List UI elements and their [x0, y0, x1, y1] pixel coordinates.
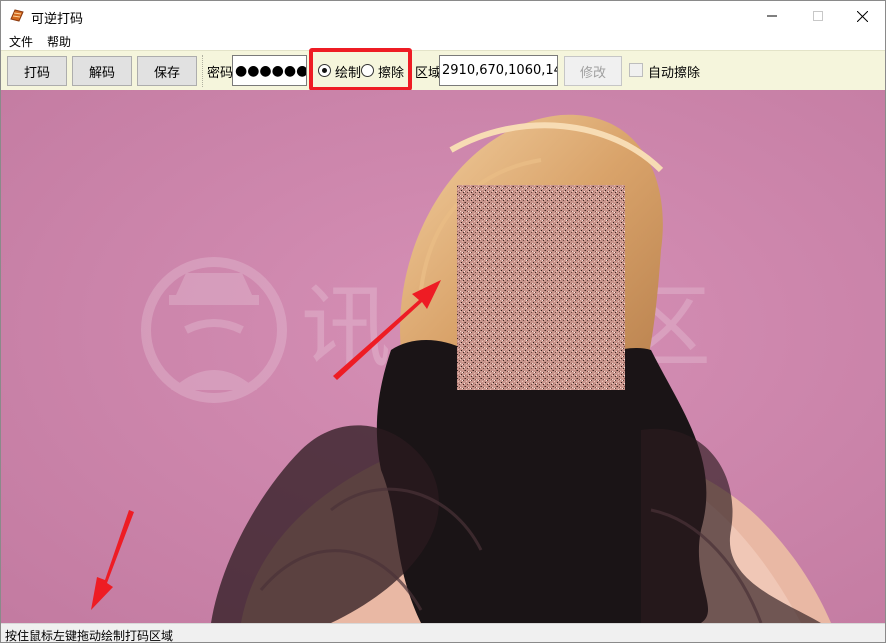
- app-window: 可逆打码 文件 帮助 打码 解码 保存 密码 ●●●●●● 绘制 擦除 区域 2…: [0, 0, 886, 643]
- status-bar: 按住鼠标左键拖动绘制打码区域: [1, 623, 885, 643]
- menu-bar: 文件 帮助: [1, 31, 885, 50]
- toolbar-separator: [202, 55, 203, 87]
- photo: 讯 区: [1, 90, 885, 623]
- watermark-text: 讯: [301, 275, 391, 380]
- minimize-icon: [767, 15, 777, 17]
- status-hint: 按住鼠标左键拖动绘制打码区域: [5, 629, 174, 643]
- decode-button[interactable]: 解码: [72, 56, 132, 86]
- save-button[interactable]: 保存: [137, 56, 197, 86]
- region-label: 区域: [415, 66, 442, 81]
- mosaic-button[interactable]: 打码: [7, 56, 67, 86]
- app-icon: [10, 9, 24, 22]
- toolbar: 打码 解码 保存 密码 ●●●●●● 绘制 擦除 区域 2910,670,106…: [1, 50, 885, 90]
- modify-button[interactable]: 修改: [564, 56, 622, 86]
- password-field[interactable]: ●●●●●●: [232, 55, 307, 86]
- password-value: ●●●●●●: [235, 62, 307, 79]
- menu-help[interactable]: 帮助: [47, 33, 71, 50]
- maximize-button[interactable]: [795, 1, 841, 31]
- close-icon: [856, 10, 868, 22]
- auto-erase-label[interactable]: 自动擦除: [648, 62, 700, 81]
- region-field[interactable]: 2910,670,1060,1440: [439, 55, 558, 86]
- mosaic-region: [457, 185, 625, 390]
- close-button[interactable]: [839, 1, 885, 31]
- window-title: 可逆打码: [31, 12, 84, 27]
- auto-erase-checkbox[interactable]: [629, 63, 643, 77]
- password-label: 密码: [207, 66, 234, 81]
- highlight-annotation: [309, 48, 412, 91]
- image-canvas[interactable]: 讯 区: [1, 90, 885, 623]
- menu-file[interactable]: 文件: [9, 33, 33, 50]
- title-bar[interactable]: 可逆打码: [1, 1, 885, 31]
- region-value: 2910,670,1060,1440: [442, 63, 557, 78]
- maximize-icon: [813, 11, 823, 21]
- minimize-button[interactable]: [749, 1, 795, 31]
